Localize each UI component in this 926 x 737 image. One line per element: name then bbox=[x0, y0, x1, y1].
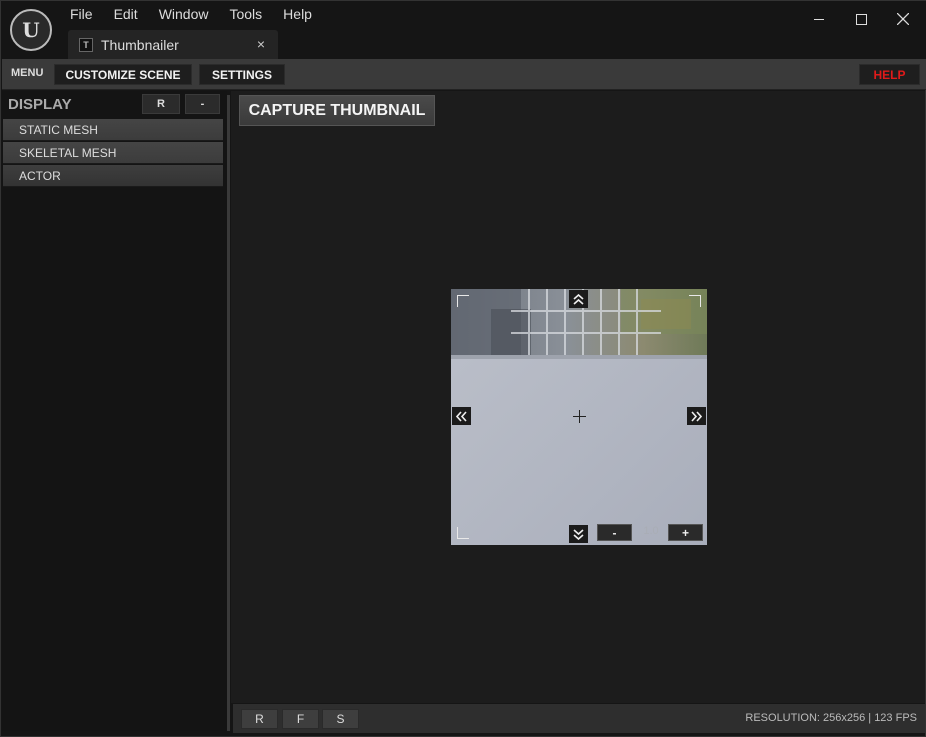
menu-tools[interactable]: Tools bbox=[220, 5, 271, 22]
thumbnailer-window: U File Edit Window Tools Help T Thumbnai… bbox=[0, 0, 926, 737]
pan-left-button[interactable] bbox=[452, 407, 471, 425]
double-chevron-right-icon bbox=[691, 410, 702, 422]
status-s-button[interactable]: S bbox=[322, 709, 359, 729]
resolution-fps-readout: RESOLUTION: 256x256 | 123 FPS bbox=[745, 712, 917, 724]
double-chevron-down-icon bbox=[573, 528, 584, 540]
panel-splitter[interactable] bbox=[227, 95, 230, 731]
crosshair-vertical bbox=[579, 410, 580, 423]
zoom-out-button[interactable]: - bbox=[597, 524, 632, 541]
close-icon bbox=[897, 13, 909, 25]
menu-help[interactable]: Help bbox=[274, 5, 321, 22]
title-bar: U File Edit Window Tools Help T Thumbnai… bbox=[1, 1, 926, 59]
tab-close-icon[interactable]: × bbox=[257, 36, 265, 52]
minimize-button[interactable] bbox=[805, 9, 833, 29]
frame-corner-bottom-left bbox=[457, 527, 469, 539]
zoom-in-button[interactable]: + bbox=[668, 524, 703, 541]
frame-corner-top-left bbox=[457, 295, 469, 307]
tab-thumbnailer[interactable]: T Thumbnailer × bbox=[68, 30, 278, 59]
maximize-icon bbox=[855, 13, 867, 25]
display-title: DISPLAY bbox=[8, 96, 72, 113]
minimize-icon bbox=[814, 18, 824, 20]
status-r-button[interactable]: R bbox=[241, 709, 278, 729]
menu-file[interactable]: File bbox=[61, 5, 102, 22]
double-chevron-up-icon bbox=[573, 293, 584, 305]
close-window-button[interactable] bbox=[889, 9, 917, 29]
list-item-skeletal-mesh[interactable]: SKELETAL MESH bbox=[3, 142, 223, 164]
status-f-button[interactable]: F bbox=[282, 709, 319, 729]
tab-title: Thumbnailer bbox=[101, 36, 179, 53]
list-item-actor[interactable]: ACTOR bbox=[3, 165, 223, 187]
pan-down-button[interactable] bbox=[569, 525, 588, 543]
frame-corner-top-right bbox=[689, 295, 701, 307]
settings-button[interactable]: SETTINGS bbox=[199, 64, 285, 85]
main-area: CAPTURE THUMBNAIL - 1.0 + bbox=[231, 91, 925, 703]
unreal-logo-icon[interactable]: U bbox=[10, 9, 52, 51]
pan-up-button[interactable] bbox=[569, 290, 588, 308]
status-bar: R F S RESOLUTION: 256x256 | 123 FPS bbox=[233, 704, 925, 733]
menu-window[interactable]: Window bbox=[150, 5, 218, 22]
pan-right-button[interactable] bbox=[687, 407, 706, 425]
tab-tool-icon: T bbox=[79, 37, 93, 52]
display-reset-button[interactable]: R bbox=[142, 94, 180, 114]
list-item-static-mesh[interactable]: STATIC MESH bbox=[3, 119, 223, 141]
display-panel: DISPLAY R - STATIC MESH SKELETAL MESH AC… bbox=[2, 91, 227, 731]
menu-edit[interactable]: Edit bbox=[105, 5, 147, 22]
thumbnail-viewport[interactable]: - 1.0 + bbox=[451, 289, 707, 545]
zoom-value: 1.0 bbox=[643, 525, 659, 537]
maximize-button[interactable] bbox=[847, 9, 875, 29]
toolbar: MENU CUSTOMIZE SCENE SETTINGS HELP bbox=[2, 59, 926, 90]
customize-scene-button[interactable]: CUSTOMIZE SCENE bbox=[54, 64, 192, 85]
double-chevron-left-icon bbox=[456, 410, 467, 422]
menu-bar: File Edit Window Tools Help bbox=[61, 5, 324, 22]
help-button[interactable]: HELP bbox=[859, 64, 920, 85]
capture-thumbnail-button[interactable]: CAPTURE THUMBNAIL bbox=[239, 95, 435, 126]
display-collapse-button[interactable]: - bbox=[185, 94, 220, 114]
menu-label[interactable]: MENU bbox=[11, 67, 43, 79]
